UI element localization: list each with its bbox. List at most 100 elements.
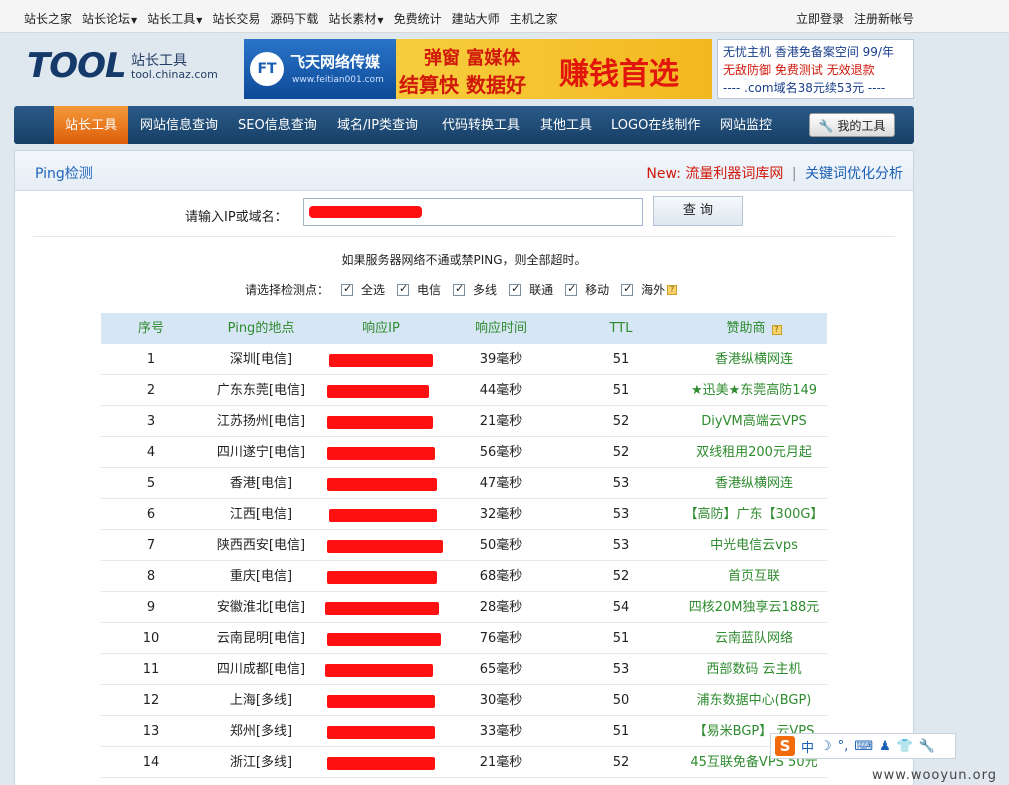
nav-item-7[interactable]: LOGO在线制作 [611, 106, 700, 144]
sogou-logo-icon[interactable]: S [775, 736, 795, 756]
text-ad-line3[interactable]: ---- .com域名38元续53元 ---- [723, 79, 908, 97]
nav-item-3[interactable]: SEO信息查询 [238, 106, 317, 144]
checkbox-6[interactable]: 海外? [621, 281, 678, 298]
top-link-5[interactable]: 源码下载 [270, 10, 318, 27]
table-row: 2 广东东莞[电信] 44毫秒 51 ★迅美★东莞高防149 [101, 375, 827, 406]
column-header: 响应时间 [441, 313, 561, 344]
checkbox-4[interactable]: 联通 [509, 281, 553, 298]
top-link-2[interactable]: 站长论坛▼ [82, 10, 137, 27]
cell-ttl: 50 [612, 693, 630, 708]
main-nav: 🔧 我的工具 站长工具 网站信息查询 SEO信息查询 域名/IP类查询 代码转换工具 其他… [14, 106, 914, 144]
help-icon[interactable]: ? [667, 284, 678, 295]
cell-response-ip [321, 375, 441, 405]
sponsor-link[interactable]: 西部数码 云主机 [681, 654, 827, 684]
page-title: Ping检测 [35, 166, 93, 182]
promo-divider: | [791, 166, 797, 182]
checkbox-box[interactable] [565, 282, 578, 296]
keyboard-icon[interactable]: ⌨ [854, 739, 873, 754]
sponsor-link[interactable]: 双线租用200元月起 [681, 437, 827, 467]
top-link-6[interactable]: 站长素材▼ [328, 10, 383, 27]
checkbox-2[interactable]: 电信 [397, 281, 441, 298]
banner-ad[interactable]: FT 飞天网络传媒 www.feitian001.com 弹窗 富媒体 结算快 … [244, 39, 712, 99]
search-button[interactable]: 查 询 [653, 196, 743, 226]
cell-time: 28毫秒 [479, 600, 523, 615]
table-row: 4 四川遂宁[电信] 56毫秒 52 双线租用200元月起 [101, 437, 827, 468]
ime-mode[interactable]: 中 [801, 737, 814, 756]
sponsor-link[interactable]: DiyVM高端云VPS [681, 406, 827, 436]
checkbox-box[interactable] [621, 282, 634, 296]
top-link-4[interactable]: 站长交易 [212, 10, 260, 27]
checkbox-box[interactable] [509, 282, 522, 296]
login-link[interactable]: 立即登录 [796, 10, 844, 27]
cell-time: 44毫秒 [479, 383, 523, 398]
cell-time: 47毫秒 [479, 476, 523, 491]
skin-icon[interactable]: 👕 [897, 739, 913, 754]
top-link-9[interactable]: 主机之家 [510, 10, 558, 27]
cell-location: 郑州[多线] [229, 724, 293, 739]
promo-link-1[interactable]: 流量利器词库网 [685, 166, 783, 182]
nav-item-6[interactable]: 其他工具 [540, 106, 592, 144]
top-link-8[interactable]: 建站大师 [452, 10, 500, 27]
moon-icon[interactable]: ☽ [820, 739, 832, 754]
sponsor-link[interactable]: 云南蓝队网络 [681, 623, 827, 653]
cell-location: 四川遂宁[电信] [216, 445, 306, 460]
table-row: 12 上海[多线] 30毫秒 50 浦东数据中心(BGP) [101, 685, 827, 716]
checkbox-box[interactable] [397, 282, 410, 296]
text-ad[interactable]: 无忧主机 香港免备案空间 99/年 无敌防御 免费测试 无效退款 ---- .c… [717, 39, 914, 99]
sponsor-link[interactable]: 中光电信云vps [681, 530, 827, 560]
redaction-mark [309, 206, 422, 218]
sponsor-link[interactable]: ★迅美★东莞高防149 [681, 375, 827, 405]
redaction-mark [329, 509, 437, 522]
domain-input[interactable] [303, 198, 643, 226]
nav-item-1[interactable]: 站长工具 [54, 106, 128, 144]
nav-item-8[interactable]: 网站监控 [720, 106, 772, 144]
cell-location: 深圳[电信] [229, 352, 293, 367]
cell-response-ip [321, 530, 443, 560]
site-logo[interactable]: TOOL 站长工具 tool.chinaz.com [27, 42, 227, 92]
cell-response-ip [321, 344, 441, 374]
cell-no: 2 [146, 383, 156, 398]
table-row: 10 云南昆明[电信] 76毫秒 51 云南蓝队网络 [101, 623, 827, 654]
top-link-7[interactable]: 免费统计 [394, 10, 442, 27]
checkbox-3[interactable]: 多线 [453, 281, 497, 298]
punctuation-icon[interactable]: °, [838, 739, 849, 754]
text-ad-line2[interactable]: 无敌防御 免费测试 无效退款 [723, 61, 908, 79]
cell-location: 广东东莞[电信] [216, 383, 306, 398]
register-link[interactable]: 注册新帐号 [854, 10, 914, 27]
checkbox-5[interactable]: 移动 [565, 281, 609, 298]
my-tools-button[interactable]: 🔧 我的工具 [809, 113, 895, 137]
checkbox-box[interactable] [341, 282, 354, 296]
nav-item-2[interactable]: 网站信息查询 [140, 106, 218, 144]
chevron-down-icon: ▼ [196, 16, 203, 25]
sponsor-link[interactable]: 香港纵横网连 [681, 344, 827, 374]
sponsor-link[interactable]: 首页互联 [681, 561, 827, 591]
help-icon[interactable]: ? [771, 325, 782, 335]
table-row: 1 深圳[电信] 39毫秒 51 香港纵横网连 [101, 344, 827, 375]
sponsor-link[interactable]: 浦东数据中心(BGP) [681, 685, 827, 715]
text-ad-line1[interactable]: 无忧主机 香港免备案空间 99/年 [723, 43, 908, 61]
checkbox-box[interactable] [453, 282, 466, 296]
cell-no: 13 [142, 724, 160, 739]
redaction-mark [327, 571, 437, 584]
cell-location: 香港[电信] [229, 476, 293, 491]
user-icon[interactable]: ♟ [879, 739, 891, 754]
nav-item-4[interactable]: 域名/IP类查询 [337, 106, 418, 144]
cell-time: 56毫秒 [479, 445, 523, 460]
promo-link-2[interactable]: 关键词优化分析 [805, 166, 903, 182]
top-link-label: 站长论坛 [82, 12, 131, 26]
checkbox-1[interactable]: 全选 [341, 281, 385, 298]
cell-location: 云南昆明[电信] [216, 631, 306, 646]
cell-ttl: 53 [612, 476, 630, 491]
top-link-label: 站长素材 [328, 12, 377, 26]
cell-time: 32毫秒 [479, 507, 523, 522]
top-link-3[interactable]: 站长工具▼ [147, 10, 202, 27]
sponsor-link[interactable]: 香港纵横网连 [681, 468, 827, 498]
redaction-mark [325, 664, 433, 677]
nav-item-5[interactable]: 代码转换工具 [442, 106, 520, 144]
ping-panel: Ping检测 New: 流量利器词库网 | 关键词优化分析 请输入IP或域名： … [14, 150, 914, 785]
sponsor-link[interactable]: 【高防】广东【300G】 [681, 499, 827, 529]
tools-icon[interactable]: 🔧 [919, 739, 935, 754]
banner-brand-url: www.feitian001.com [292, 75, 384, 85]
sponsor-link[interactable]: 四核20M独享云188元 [681, 592, 827, 622]
top-link-1[interactable]: 站长之家 [24, 10, 72, 27]
